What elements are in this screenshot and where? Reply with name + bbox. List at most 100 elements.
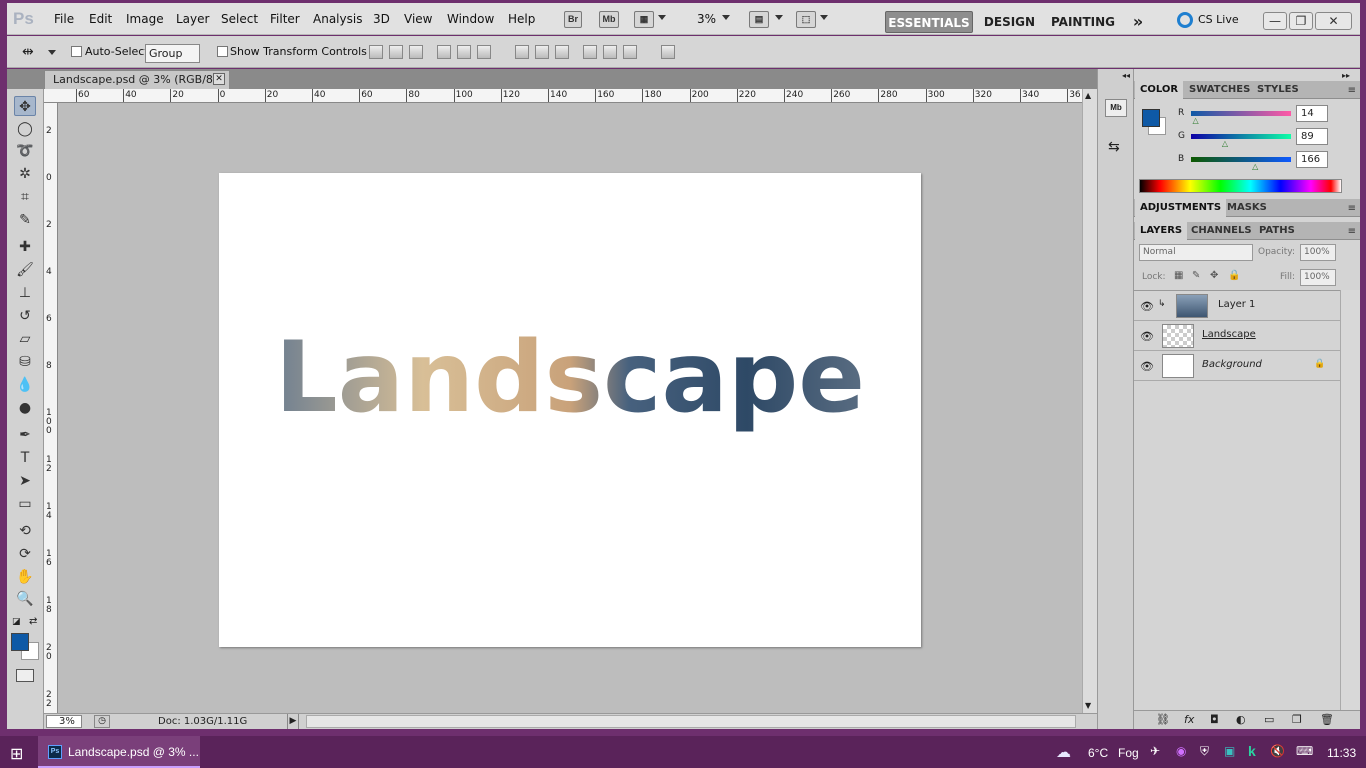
lock-all-icon[interactable]: 🔒 [1228,270,1240,281]
3d-rotate-icon[interactable]: ⟲ [14,521,36,541]
tray-app-icon[interactable]: ✈ [1150,744,1160,758]
eye-icon[interactable]: 👁 [1140,360,1154,373]
status-info-icon[interactable]: ◷ [94,715,110,728]
clone-stamp-icon[interactable]: ⊥ [14,283,36,303]
eraser-tool-icon[interactable]: ▱ [14,329,36,349]
lock-position-icon[interactable]: ✥ [1210,270,1218,281]
crop-tool-icon[interactable]: ⌗ [14,187,36,207]
panel-menu-icon[interactable]: ≡ [1348,85,1356,96]
scroll-down-icon[interactable]: ▼ [1085,701,1091,710]
panel-menu-icon[interactable]: ≡ [1348,226,1356,237]
green-slider-thumb[interactable]: △ [1222,139,1228,148]
healing-brush-icon[interactable]: ✚ [14,237,36,257]
layer-row-layer-1[interactable]: 👁 ↳ Layer 1 [1134,291,1340,321]
distribute-bottom-icon[interactable] [555,45,569,59]
extras-icon[interactable]: ▦ [634,11,654,28]
align-hcenter-icon[interactable] [457,45,471,59]
move-tool-icon[interactable]: ✥ [14,96,36,116]
magic-wand-icon[interactable]: ✲ [14,164,36,184]
adjustment-layer-icon[interactable]: ◐ [1236,713,1246,726]
type-tool-icon[interactable]: T [14,448,36,468]
menu-3d[interactable]: 3D [373,12,390,26]
clock-time[interactable]: 11:33 [1327,746,1356,760]
weather-temperature[interactable]: 6°C [1088,746,1108,760]
new-layer-icon[interactable]: ❐ [1292,713,1302,726]
weather-condition[interactable]: Fog [1118,746,1139,760]
auto-align-icon[interactable] [661,45,675,59]
default-colors-icon[interactable]: ◪ [12,617,21,627]
link-layers-icon[interactable]: ⛓ [1156,713,1170,726]
tab-styles[interactable]: STYLES [1252,81,1304,99]
restore-button[interactable]: ❐ [1289,12,1313,30]
green-slider[interactable]: △ [1191,134,1291,148]
rectangle-tool-icon[interactable]: ▭ [14,494,36,514]
blue-value-input[interactable]: 166 [1296,151,1328,168]
status-menu-arrow-icon[interactable]: ▶ [287,714,299,729]
quick-mask-icon[interactable] [16,669,34,682]
menu-edit[interactable]: Edit [89,12,112,26]
lock-image-icon[interactable]: ✎ [1192,270,1200,281]
panel-menu-icon[interactable]: ≡ [1348,203,1356,214]
tray-share-icon[interactable]: ▣ [1224,744,1235,758]
tab-layers[interactable]: LAYERS [1135,222,1188,240]
lasso-tool-icon[interactable]: ➰ [14,141,36,161]
tab-swatches[interactable]: SWATCHES [1184,81,1255,99]
new-group-icon[interactable]: ▭ [1264,713,1274,726]
bridge-button[interactable]: Br [564,11,582,28]
eye-icon[interactable]: 👁 [1140,330,1154,343]
distribute-top-icon[interactable] [515,45,529,59]
align-vcenter-icon[interactable] [389,45,403,59]
menu-layer[interactable]: Layer [176,12,209,26]
opacity-input[interactable]: 100% [1300,244,1336,261]
zoom-tool-icon[interactable]: 🔍 [14,589,36,609]
collapse-panels-icon[interactable]: ▸▸ [1342,71,1350,80]
workspace-painting[interactable]: PAINTING [1049,11,1117,33]
distribute-vcenter-icon[interactable] [535,45,549,59]
delete-layer-icon[interactable]: 🗑 [1320,713,1334,726]
weather-cloud-icon[interactable]: ☁ [1056,743,1071,761]
red-slider[interactable]: △ [1191,111,1291,125]
foreground-color-swatch[interactable] [11,633,29,651]
menu-window[interactable]: Window [447,12,494,26]
arrange-documents-icon[interactable]: ▤ [749,11,769,28]
chevron-down-icon[interactable] [658,15,666,20]
tab-channels[interactable]: CHANNELS [1186,222,1257,240]
align-top-icon[interactable] [369,45,383,59]
distribute-hcenter-icon[interactable] [603,45,617,59]
volume-muted-icon[interactable]: 🔇 [1270,744,1285,758]
dodge-tool-icon[interactable]: ● [14,398,36,418]
vertical-scrollbar[interactable]: ▲ ▼ [1082,89,1097,713]
auto-select-dropdown[interactable]: Group [145,44,200,63]
color-foreground-swatch[interactable] [1142,109,1160,127]
distribute-right-icon[interactable] [623,45,637,59]
elliptical-marquee-icon[interactable]: ◯ [14,119,36,139]
status-zoom-field[interactable]: 3% [46,715,82,728]
mini-bridge-panel-icon[interactable]: Mb [1105,99,1127,117]
menu-image[interactable]: Image [126,12,164,26]
green-value-input[interactable]: 89 [1296,128,1328,145]
color-spectrum-ramp[interactable] [1139,179,1342,193]
mini-bridge-button[interactable]: Mb [599,11,619,28]
chevron-down-icon[interactable] [775,15,783,20]
tab-paths[interactable]: PATHS [1254,222,1300,240]
eyedropper-icon[interactable]: ✎ [14,210,36,230]
lock-transparent-icon[interactable]: ▦ [1174,270,1183,281]
menu-file[interactable]: File [54,12,74,26]
taskbar-photoshop-item[interactable]: Ps Landscape.psd @ 3% ... [38,736,200,768]
tray-shield-icon[interactable]: ⛨ [1200,744,1209,759]
pen-tool-icon[interactable]: ✒ [14,425,36,445]
document-canvas[interactable]: Landscape [219,173,921,647]
swap-colors-icon[interactable]: ⇄ [29,616,37,627]
distribute-left-icon[interactable] [583,45,597,59]
menu-view[interactable]: View [404,12,432,26]
blue-slider[interactable]: △ [1191,157,1291,171]
windows-start-icon[interactable]: ⊞ [10,744,23,763]
document-tab[interactable]: Landscape.psd @ 3% (RGB/8) ✕ [44,70,230,89]
keyboard-icon[interactable]: ⌨ [1296,744,1313,758]
add-mask-icon[interactable]: ◘ [1210,713,1219,726]
scroll-up-icon[interactable]: ▲ [1085,91,1091,100]
align-bottom-icon[interactable] [409,45,423,59]
workspace-design[interactable]: DESIGN [982,11,1037,33]
menu-analysis[interactable]: Analysis [313,12,362,26]
tab-masks[interactable]: MASKS [1222,199,1272,217]
